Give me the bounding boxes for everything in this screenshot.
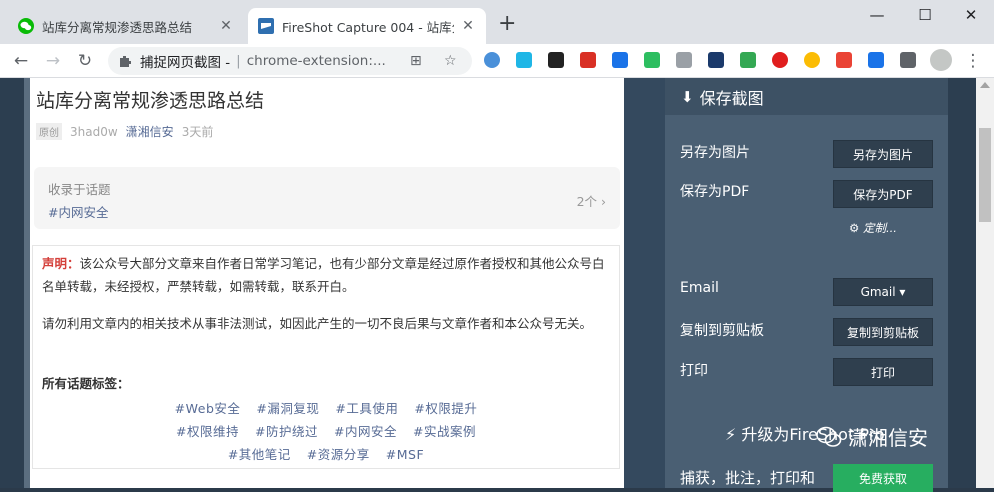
article-meta: 原创 3had0w 潇湘信安 3天前 (36, 123, 213, 140)
topic-tag[interactable]: #内网安全 (48, 202, 108, 221)
print-label: 打印 (680, 363, 708, 379)
cyan-icon[interactable] (516, 52, 532, 68)
forward-arrow-icon[interactable]: → (42, 50, 64, 72)
close-icon[interactable]: ✕ (218, 18, 234, 34)
tag-link[interactable]: #MSF (386, 447, 424, 462)
topic-card[interactable]: 收录于话题 #内网安全 2个 › (34, 167, 620, 229)
sidebar-title: 保存截图 (699, 88, 764, 108)
tag-link[interactable]: #内网安全 (334, 424, 397, 439)
minimize-button[interactable]: — (862, 6, 892, 24)
tag-row: #权限维持 #防护绕过 #内网安全 #实战案例 (33, 421, 619, 440)
sidebar-header: ⬇ 保存截图 (665, 78, 948, 115)
browser-toolbar: ← → ↻ 捕捉网页截图 - | chrome-extension:... ⊞ … (0, 44, 994, 78)
disclaimer-box: 声明：该公众号大部分文章来自作者日常学习笔记，也有少部分文章是经过原作者授权和其… (32, 245, 620, 469)
close-window-button[interactable]: ✕ (956, 6, 986, 24)
new-tab-button[interactable]: + (498, 13, 516, 35)
warning-paragraph: 请勿利用文章内的相关技术从事非法测试，如因此产生的一切不良后果与文章作者和本公众… (42, 316, 593, 331)
tag-link[interactable]: #资源分享 (307, 447, 370, 462)
article-title: 站库分离常规渗透思路总结 (36, 90, 265, 112)
gear-icon: ⚙ (849, 221, 863, 235)
page-name: 捕捉网页截图 - (140, 55, 231, 71)
download-icon: ⬇ (681, 87, 694, 106)
tab-strip: 站库分离常规渗透思路总结 ✕ FireShot Capture 004 - 站库… (0, 0, 994, 44)
right-margin (948, 78, 976, 488)
statement-label: 声明： (42, 256, 80, 271)
scrollbar[interactable] (976, 78, 994, 488)
reload-icon[interactable]: ↻ (74, 50, 96, 72)
author-name: 3had0w (70, 124, 118, 139)
tag-link[interactable]: #漏洞复现 (256, 401, 319, 416)
customize-link[interactable]: ⚙ 定制... (849, 220, 897, 236)
copy-clipboard-button[interactable]: 复制到剪贴板 (833, 318, 933, 346)
address-bar[interactable]: 捕捉网页截图 - | chrome-extension:... ⊞ ☆ (108, 47, 472, 75)
wechat-icon (18, 18, 34, 34)
puzzle-icon[interactable] (900, 52, 916, 68)
tag-row: #Web安全 #漏洞复现 #工具使用 #权限提升 (33, 398, 619, 417)
account-link[interactable]: 潇湘信安 (126, 123, 174, 140)
save-image-label: 另存为图片 (680, 145, 750, 161)
multicolor-icon[interactable] (836, 52, 852, 68)
translate-icon[interactable]: ⊞ (410, 53, 422, 69)
wechat-logo-icon (816, 426, 842, 447)
save-image-button[interactable]: 另存为图片 (833, 140, 933, 168)
tags-heading: 所有话题标签： (42, 376, 130, 391)
capture-text: 捕获，批注，打印和 (680, 469, 816, 487)
circle-icon[interactable] (804, 52, 820, 68)
watermark: 潇湘信安 (816, 422, 928, 451)
star-icon[interactable]: ☆ (444, 53, 457, 69)
scroll-up-arrow-icon[interactable] (980, 82, 990, 88)
tag-link[interactable]: #Web安全 (175, 401, 241, 416)
grid-icon[interactable] (868, 52, 884, 68)
scroll-thumb[interactable] (979, 128, 991, 222)
close-icon[interactable]: ✕ (460, 18, 476, 34)
print-button[interactable]: 打印 (833, 358, 933, 386)
tag-link[interactable]: #权限维持 (176, 424, 239, 439)
statement-text: 该公众号大部分文章来自作者日常学习笔记，也有少部分文章是经过原作者授权和其他公众… (42, 256, 605, 294)
tag-link[interactable]: #实战案例 (413, 424, 476, 439)
evernote-icon[interactable] (644, 52, 660, 68)
paper-plane-icon[interactable] (612, 52, 628, 68)
shield-icon[interactable] (740, 52, 756, 68)
avatar-icon[interactable] (930, 49, 952, 71)
gmail-dropdown-button[interactable]: Gmail ▾ (833, 278, 933, 306)
topic-count[interactable]: 2个 › (577, 191, 606, 210)
url-text: chrome-extension:... (246, 53, 386, 69)
customize-text: 定制... (862, 221, 897, 235)
copy-clipboard-label: 复制到剪贴板 (680, 323, 764, 339)
chart-icon[interactable] (708, 52, 724, 68)
dark-icon[interactable] (548, 52, 564, 68)
tag-link[interactable]: #防护绕过 (255, 424, 318, 439)
puzzle-icon (120, 56, 131, 67)
back-arrow-icon[interactable]: ← (10, 50, 32, 72)
tag-link[interactable]: #工具使用 (335, 401, 398, 416)
tab-wechat-article[interactable]: 站库分离常规渗透思路总结 ✕ (8, 8, 244, 44)
save-pdf-label: 保存为PDF (680, 184, 750, 200)
lightning-icon: ⚡ (725, 425, 742, 444)
original-badge: 原创 (36, 123, 62, 140)
document-icon[interactable] (676, 52, 692, 68)
watermark-text: 潇湘信安 (848, 426, 928, 450)
tab-fireshot[interactable]: FireShot Capture 004 - 站库分离 ✕ (248, 8, 486, 44)
tab-title: FireShot Capture 004 - 站库分离 (282, 19, 454, 35)
tag-link[interactable]: #权限提升 (414, 401, 477, 416)
gmail-icon[interactable] (580, 52, 596, 68)
article-preview: 站库分离常规渗透思路总结 原创 3had0w 潇湘信安 3天前 收录于话题 #内… (24, 78, 624, 488)
email-label: Email (680, 280, 719, 296)
fireshot-icon (258, 18, 274, 34)
tab-title: 站库分离常规渗透思路总结 (42, 19, 193, 35)
maximize-button[interactable]: ☐ (910, 6, 940, 24)
topic-heading: 收录于话题 (48, 182, 111, 197)
tag-link[interactable]: #其他笔记 (228, 447, 291, 462)
tag-row: #其他笔记 #资源分享 #MSF (33, 444, 619, 463)
page-viewport: 站库分离常规渗透思路总结 原创 3had0w 潇湘信安 3天前 收录于话题 #内… (0, 78, 994, 492)
c-icon[interactable] (484, 52, 500, 68)
opera-icon[interactable] (772, 52, 788, 68)
omnibox-separator: | (236, 53, 241, 69)
save-pdf-button[interactable]: 保存为PDF (833, 180, 933, 208)
publish-time: 3天前 (181, 125, 214, 139)
left-margin (0, 78, 24, 488)
more-icon[interactable]: ⋮ (962, 50, 984, 72)
statement-paragraph: 声明：该公众号大部分文章来自作者日常学习笔记，也有少部分文章是经过原作者授权和其… (42, 252, 612, 298)
